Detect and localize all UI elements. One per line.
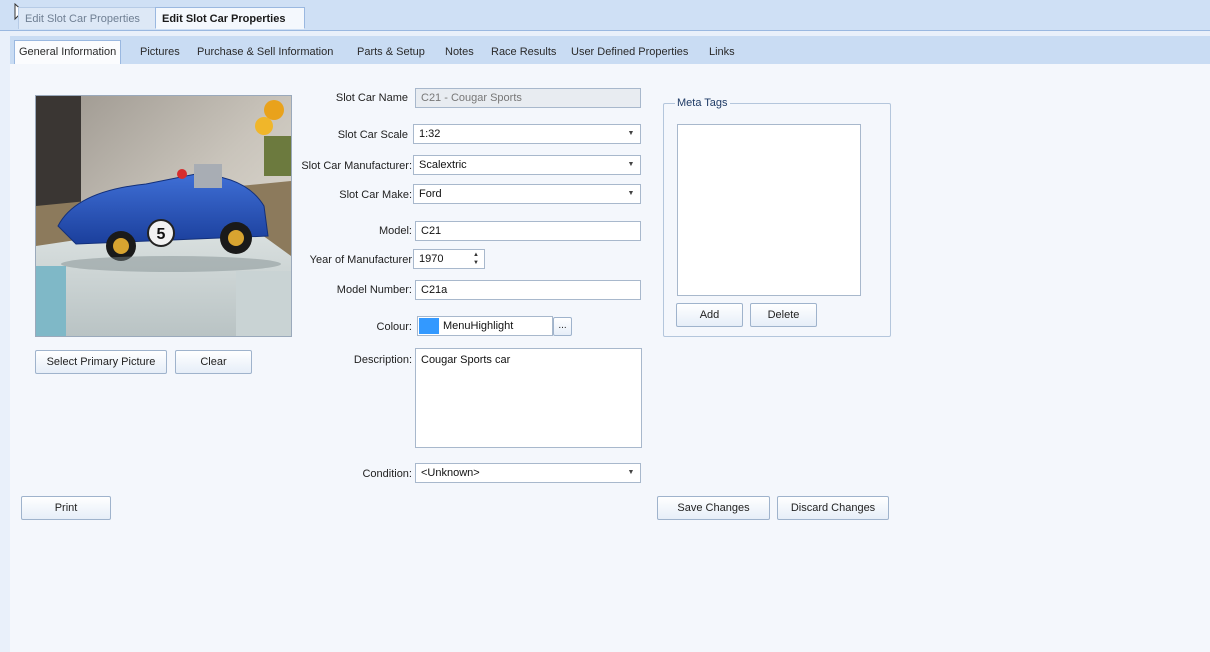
spin-updown-icon[interactable]: ▲ ▼ bbox=[470, 251, 482, 267]
select-primary-picture-button[interactable]: Select Primary Picture bbox=[35, 350, 167, 374]
meta-tags-legend: Meta Tags bbox=[675, 97, 730, 109]
car-number: 5 bbox=[157, 226, 166, 243]
tab-user-defined-properties[interactable]: User Defined Properties bbox=[567, 41, 692, 63]
slot-car-manufacturer-label: Slot Car Manufacturer: bbox=[301, 160, 412, 172]
tab-notes[interactable]: Notes bbox=[441, 41, 478, 63]
document-tab-active[interactable]: Edit Slot Car Properties bbox=[155, 7, 305, 29]
colour-label: Colour: bbox=[376, 321, 412, 333]
document-tab-inactive[interactable]: Edit Slot Car Properties bbox=[18, 7, 156, 29]
section-tab-bar: General Information Pictures Purchase & … bbox=[10, 36, 1210, 66]
chevron-down-icon[interactable]: ▼ bbox=[625, 159, 637, 171]
description-label: Description: bbox=[353, 354, 412, 366]
slot-car-scale-value: 1:32 bbox=[419, 128, 441, 140]
print-button[interactable]: Print bbox=[21, 496, 111, 520]
slot-car-scale-dropdown[interactable]: 1:32 ▼ bbox=[413, 124, 641, 144]
add-meta-tag-button[interactable]: Add bbox=[676, 303, 743, 327]
year-of-manufacturer-label: Year of Manufacturer bbox=[309, 254, 412, 266]
clear-picture-button[interactable]: Clear bbox=[175, 350, 252, 374]
condition-label: Condition: bbox=[362, 468, 412, 480]
slot-car-name-field[interactable]: C21 - Cougar Sports bbox=[415, 88, 641, 108]
document-tab-strip: Edit Slot Car Properties Edit Slot Car P… bbox=[0, 0, 1210, 31]
tab-links[interactable]: Links bbox=[705, 41, 739, 63]
tab-race-results[interactable]: Race Results bbox=[487, 41, 560, 63]
slot-car-manufacturer-value: Scalextric bbox=[419, 159, 467, 171]
slot-car-scale-label: Slot Car Scale bbox=[337, 129, 408, 141]
condition-dropdown[interactable]: <Unknown> ▼ bbox=[415, 463, 641, 483]
slot-car-make-value: Ford bbox=[419, 188, 442, 200]
model-number-label: Model Number: bbox=[336, 284, 412, 296]
chevron-down-icon[interactable]: ▼ bbox=[625, 467, 637, 479]
description-textarea[interactable]: Cougar Sports car bbox=[415, 348, 642, 448]
slot-car-manufacturer-dropdown[interactable]: Scalextric ▼ bbox=[413, 155, 641, 175]
year-value: 1970 bbox=[419, 253, 444, 265]
tab-purchase-sell[interactable]: Purchase & Sell Information bbox=[193, 41, 337, 63]
tab-parts-setup[interactable]: Parts & Setup bbox=[353, 41, 429, 63]
tab-pictures[interactable]: Pictures bbox=[136, 41, 184, 63]
slot-car-make-label: Slot Car Make: bbox=[339, 189, 412, 201]
year-of-manufacturer-stepper[interactable]: 1970 ▲ ▼ bbox=[413, 249, 485, 269]
chevron-down-icon[interactable]: ▼ bbox=[625, 128, 637, 140]
colour-swatch bbox=[419, 318, 439, 334]
model-number-input[interactable]: C21a bbox=[415, 280, 641, 300]
slot-car-make-dropdown[interactable]: Ford ▼ bbox=[413, 184, 641, 204]
model-input[interactable]: C21 bbox=[415, 221, 641, 241]
save-changes-button[interactable]: Save Changes bbox=[657, 496, 770, 520]
colour-picker-button[interactable]: ... bbox=[553, 317, 572, 336]
colour-field[interactable]: MenuHighlight bbox=[417, 316, 553, 336]
colour-value: MenuHighlight bbox=[443, 320, 514, 332]
meta-tags-list[interactable] bbox=[677, 124, 861, 296]
discard-changes-button[interactable]: Discard Changes bbox=[777, 496, 889, 520]
condition-value: <Unknown> bbox=[421, 467, 480, 479]
primary-picture: 5 bbox=[35, 95, 292, 337]
delete-meta-tag-button[interactable]: Delete bbox=[750, 303, 817, 327]
tab-general-information[interactable]: General Information bbox=[14, 40, 122, 66]
slot-car-name-label: Slot Car Name bbox=[335, 92, 408, 104]
chevron-down-icon[interactable]: ▼ bbox=[625, 188, 637, 200]
model-label: Model: bbox=[378, 225, 412, 237]
